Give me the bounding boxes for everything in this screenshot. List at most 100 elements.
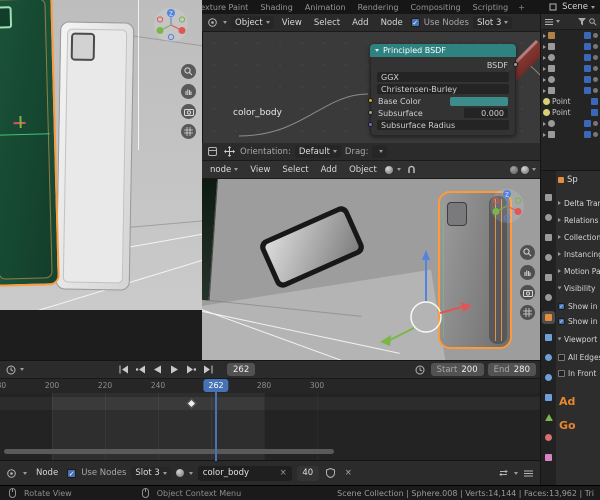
tab-constraints[interactable] <box>542 391 555 404</box>
xray-icon[interactable] <box>521 165 529 174</box>
menu-object[interactable]: Object <box>345 165 381 175</box>
menu-add[interactable]: Add <box>317 165 341 175</box>
visibility-checkbox[interactable] <box>584 76 591 83</box>
image-name-field[interactable]: color_body × <box>197 465 292 481</box>
clock-icon[interactable] <box>414 363 427 376</box>
close-x-icon[interactable]: × <box>342 467 355 480</box>
camera-view-button[interactable] <box>181 104 196 119</box>
menu-add[interactable]: Add <box>348 18 372 28</box>
chevron-down-icon[interactable] <box>223 21 227 24</box>
visibility-checkbox[interactable] <box>584 131 591 138</box>
panel-relations[interactable]: Relations <box>558 214 600 226</box>
unlink-x-icon[interactable]: × <box>280 468 287 478</box>
editor-type-icon[interactable] <box>5 467 18 480</box>
grid-view-button[interactable] <box>181 124 196 139</box>
pan-hand-tool-button[interactable] <box>520 265 535 280</box>
shader-type-dropdown[interactable]: Object <box>231 16 274 29</box>
properties-breadcrumb[interactable]: Sp <box>558 175 578 185</box>
checkbox[interactable] <box>558 353 565 361</box>
base-color-socket[interactable] <box>368 98 373 103</box>
chevron-down-icon[interactable] <box>514 471 518 475</box>
slot-dropdown[interactable]: Slot 3 <box>472 16 513 29</box>
visibility-checkbox[interactable] <box>584 87 591 94</box>
tab-particles[interactable] <box>542 351 555 364</box>
outliner-row[interactable] <box>541 118 600 129</box>
workspace-tab-compositing[interactable]: Compositing <box>404 0 466 14</box>
expand-icon[interactable] <box>543 44 546 49</box>
visibility-checkbox[interactable] <box>591 109 598 116</box>
frame-end-field[interactable]: End 280 <box>487 363 536 376</box>
camera-view-button[interactable] <box>520 285 535 300</box>
visibility-checkbox[interactable] <box>584 120 591 127</box>
subsurface-socket[interactable] <box>368 110 373 115</box>
tab-material[interactable] <box>542 431 555 444</box>
expand-icon[interactable] <box>543 33 546 38</box>
restrict-icon[interactable] <box>593 88 598 93</box>
visibility-checkbox[interactable] <box>584 43 591 50</box>
visibility-checkbox[interactable] <box>591 98 598 105</box>
restrict-icon[interactable] <box>593 44 598 49</box>
next-keyframe-button[interactable] <box>183 363 199 377</box>
add-workspace-button[interactable]: + <box>514 0 529 14</box>
zoom-tool-button[interactable] <box>181 64 196 79</box>
grid-view-button[interactable] <box>520 305 535 320</box>
option-all-edges[interactable]: All Edges <box>558 351 600 363</box>
panel-motion-paths[interactable]: Motion Paths <box>558 265 600 277</box>
expand-icon[interactable] <box>543 77 546 82</box>
restrict-icon[interactable] <box>593 132 598 137</box>
fake-user-shield-icon[interactable] <box>324 467 337 480</box>
panel-viewport-display[interactable]: Viewport Display <box>558 333 600 345</box>
outliner-row[interactable] <box>541 41 600 52</box>
snap-magnet-icon[interactable] <box>405 163 418 176</box>
use-nodes-checkbox[interactable]: ✓ <box>67 468 77 478</box>
tab-physics[interactable] <box>542 371 555 384</box>
playhead-frame-badge[interactable]: 262 <box>203 379 229 392</box>
subsurface-radius-field[interactable]: Subsurface Radius <box>377 120 509 130</box>
visibility-checkbox[interactable] <box>584 65 591 72</box>
jump-to-start-button[interactable] <box>115 363 131 377</box>
editor-type-icon[interactable] <box>4 363 17 376</box>
workspace-tab-scripting[interactable]: Scripting <box>467 0 515 14</box>
outliner-row-point-light[interactable]: Point <box>541 107 600 118</box>
tab-tool[interactable] <box>542 191 555 204</box>
option-in-front[interactable]: In Front <box>558 367 600 379</box>
orientation-dropdown[interactable]: Default <box>294 145 341 158</box>
search-icon[interactable] <box>589 15 597 28</box>
dark-phone-object[interactable] <box>257 203 367 291</box>
restrict-icon[interactable] <box>593 55 598 60</box>
checkbox[interactable] <box>558 369 565 377</box>
chevron-down-icon[interactable] <box>396 168 401 171</box>
tab-world[interactable] <box>542 291 555 304</box>
tab-modifiers[interactable] <box>542 331 555 344</box>
shader-editor-canvas[interactable]: color_body Principled BSDF BSDF GGX Chri… <box>202 32 540 143</box>
restrict-icon[interactable] <box>593 33 598 38</box>
menu-node[interactable]: Node <box>32 468 62 478</box>
menu-select[interactable]: Select <box>278 165 312 175</box>
workspace-tab-shading[interactable]: Shading <box>254 0 299 14</box>
outliner-row[interactable] <box>541 30 600 41</box>
expand-icon[interactable] <box>543 88 546 93</box>
tab-view-layer[interactable] <box>542 251 555 264</box>
expand-icon[interactable] <box>543 132 546 137</box>
use-nodes-checkbox[interactable]: ✓ <box>410 18 420 27</box>
panel-instancing[interactable]: Instancing <box>558 248 600 260</box>
scene-selector[interactable]: Scene <box>541 0 600 14</box>
chevron-down-icon[interactable] <box>23 471 27 475</box>
overlays-icon[interactable] <box>510 165 518 174</box>
visibility-checkbox[interactable] <box>584 32 591 39</box>
link-arrows-icon[interactable] <box>497 467 510 480</box>
panel-collections[interactable]: Collections <box>558 231 600 243</box>
filter-funnel-icon[interactable] <box>578 15 586 28</box>
tab-render[interactable] <box>542 211 555 224</box>
navigation-gizmo[interactable]: Z <box>488 187 526 225</box>
timeline-ruler[interactable]: 180 200 220 240 260 280 300 <box>0 379 540 393</box>
editor-type-icon[interactable] <box>206 145 219 158</box>
viewport-left-canvas[interactable]: Z <box>0 0 202 310</box>
play-button[interactable] <box>166 363 182 377</box>
subsurface-radius-socket[interactable] <box>368 122 373 127</box>
menu-select[interactable]: Select <box>310 18 344 28</box>
green-phone-edge-object[interactable] <box>202 179 219 301</box>
green-phone-case-object[interactable] <box>0 0 60 287</box>
shading-sphere-icon[interactable] <box>384 165 393 174</box>
outliner-row-point-light[interactable]: Point <box>541 96 600 107</box>
